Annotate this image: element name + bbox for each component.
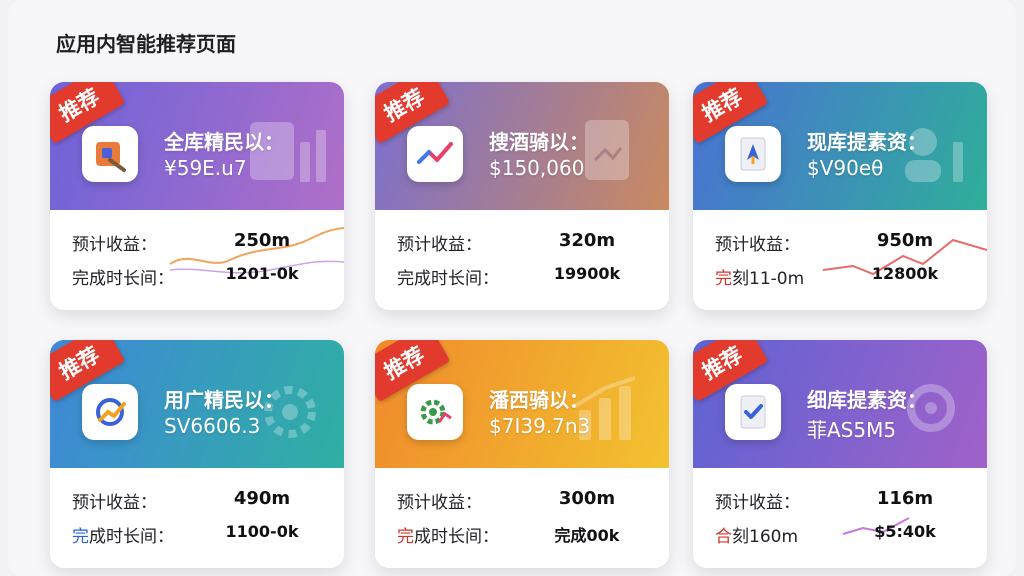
earnings-label: 预计收益： [397,235,482,255]
app-card-6[interactable]: 推荐 细库提素资： 菲AS5M5 预计收益： 116m 合刻160m $5:40… [693,340,987,568]
app-price: $V90eθ [807,156,884,180]
app-price: $7I39.7n3 [489,414,591,438]
duration-label-prefix: 完 [715,269,732,289]
duration-label-rest: 成时长间： [414,527,499,547]
earnings-value: 300m [558,488,616,509]
card-header: 推荐 搜酒骑以： $150,060 [375,82,669,210]
card-header: 推荐 用广精民以： SV6606.3 [50,340,344,468]
tools-icon [82,126,138,182]
duration-label-rest: 刻11-0m [732,269,805,289]
earnings-label: 预计收益： [715,493,800,513]
card-header: 推荐 细库提素资： 菲AS5M5 [693,340,987,468]
card-stats: 预计收益： 950m 完刻11-0m 12800k [693,210,987,310]
card-header: 推荐 全库精民以： ¥59E.u7 [50,82,344,210]
duration-value: 1201-0k [225,264,299,283]
app-card-4[interactable]: 推荐 用广精民以： SV6606.3 预计收益： 490m 完成时长间： 110… [50,340,344,568]
earnings-value: 490m [233,488,291,509]
app-price: $150,060 [489,156,585,180]
earnings-value: 116m [876,488,934,509]
earnings-label: 预计收益： [72,235,157,255]
card-stats: 预计收益： 300m 完成时长间： 完成00k [375,468,669,568]
duration-value: 19900k [553,264,621,283]
duration-label: 合刻160m [715,522,798,547]
recommendation-page: 应用内智能推荐页面 推荐 全库精民以： ¥59E.u7 预计收益： 250m 完… [8,0,1016,576]
page-title: 应用内智能推荐页面 [56,32,236,56]
app-name: 全库精民以： [164,130,284,154]
app-card-1[interactable]: 推荐 全库精民以： ¥59E.u7 预计收益： 250m 完成时长间： 1201… [50,82,344,310]
app-card-3[interactable]: 推荐 现库提素资： $V90eθ 预计收益： 950m 完刻11-0m 1280… [693,82,987,310]
duration-label: 完成时长间： [397,522,499,547]
duration-value: $5:40k [874,522,936,541]
app-price: 菲AS5M5 [807,418,897,442]
app-name: 用广精民以： [164,388,284,412]
duration-value: 12800k [871,264,939,283]
app-price: SV6606.3 [164,414,261,438]
duration-label-prefix: 完 [72,527,89,547]
card-header: 推荐 现库提素资： $V90eθ [693,82,987,210]
analytics-icon [82,384,138,440]
app-name: 现库提素资： [807,130,927,154]
earnings-label: 预计收益： [715,235,800,255]
card-header: 推荐 潘西骑以： $7I39.7n3 [375,340,669,468]
duration-label: 完成时长间： [72,269,174,289]
card-stats: 预计收益： 116m 合刻160m $5:40k [693,468,987,568]
card-stats: 预计收益： 320m 完成时长间： 19900k [375,210,669,310]
duration-label-rest: 成时长间： [89,527,174,547]
app-name: 搜酒骑以： [489,130,589,154]
earnings-value: 320m [558,230,616,251]
trend-chart-icon [407,126,463,182]
duration-value: 1100-0k [225,522,299,541]
earnings-value: 950m [876,230,934,251]
duration-label: 完刻11-0m [715,264,804,289]
duration-label: 完成时长间： [72,522,174,547]
document-rocket-icon [725,126,781,182]
app-card-5[interactable]: 推荐 潘西骑以： $7I39.7n3 预计收益： 300m 完成时长间： 完成0… [375,340,669,568]
earnings-label: 预计收益： [397,493,482,513]
app-card-2[interactable]: 推荐 搜酒骑以： $150,060 预计收益： 320m 完成时长间： 1990… [375,82,669,310]
app-price: ¥59E.u7 [164,156,247,180]
duration-label-rest: 刻160m [732,527,799,547]
duration-label-prefix: 合 [715,527,732,547]
card-stats: 预计收益： 250m 完成时长间： 1201-0k [50,210,344,310]
card-stats: 预计收益： 490m 完成时长间： 1100-0k [50,468,344,568]
earnings-value: 250m [233,230,291,251]
duration-label: 完成时长间： [397,269,499,289]
duration-value: 完成00k [554,526,620,545]
duration-label-prefix: 完 [397,527,414,547]
app-name: 潘西骑以： [489,388,589,412]
document-check-icon [725,384,781,440]
gear-chart-icon [407,384,463,440]
earnings-label: 预计收益： [72,493,157,513]
app-name: 细库提素资： [807,388,927,412]
